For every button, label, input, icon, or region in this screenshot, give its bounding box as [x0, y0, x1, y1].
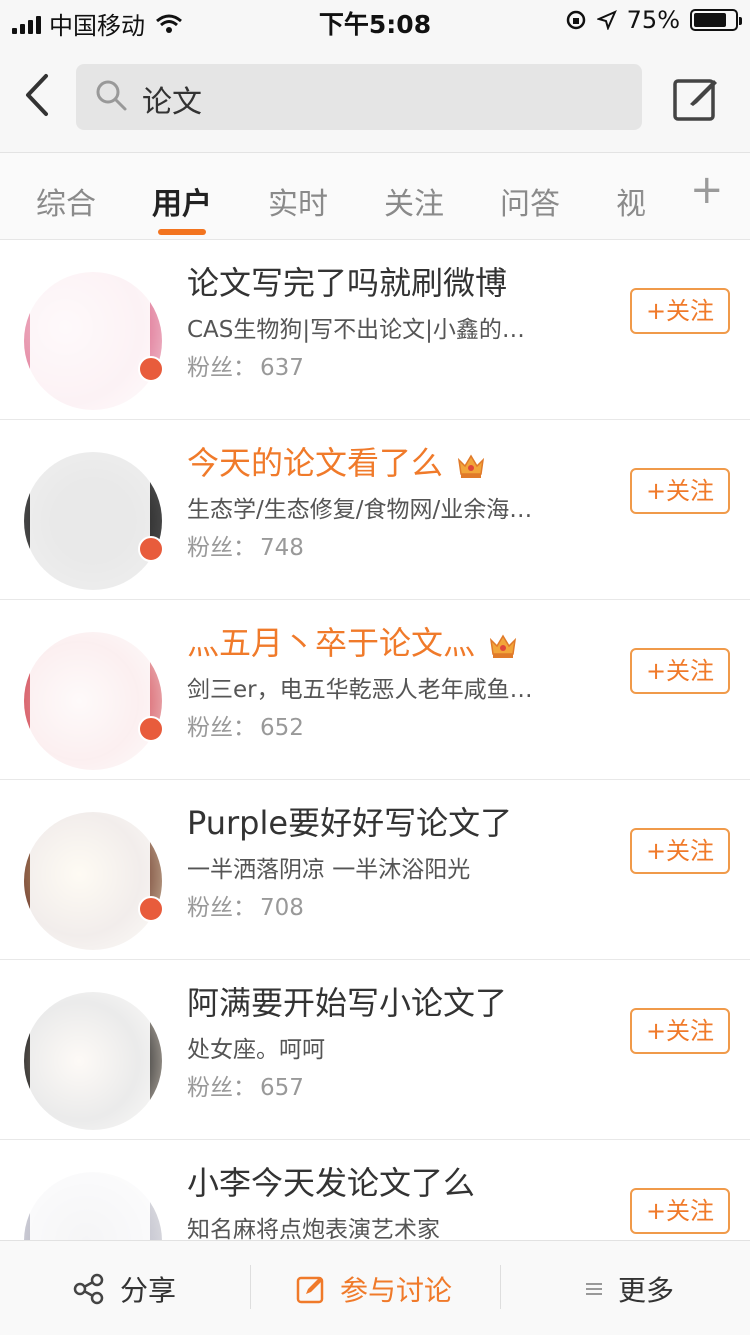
fans-count: 粉丝： 652: [187, 715, 304, 741]
user-name[interactable]: 小李今天发论文了么: [187, 1158, 475, 1204]
orientation-lock-icon: [566, 10, 585, 30]
location-icon: [596, 10, 617, 30]
menu-icon: [586, 1283, 602, 1295]
follow-button[interactable]: +关注: [630, 1188, 730, 1234]
user-name[interactable]: 阿满要开始写小论文了: [187, 978, 507, 1024]
more-label: 更多: [618, 1274, 675, 1307]
share-icon: [73, 1273, 104, 1305]
vip-crown-icon: [458, 454, 485, 478]
search-query: 论文: [142, 85, 202, 120]
share-label: 分享: [120, 1274, 177, 1307]
user-description: CAS生物狗|写不出论文|小鑫的…: [187, 317, 525, 343]
search-icon: [96, 80, 127, 111]
discuss-button[interactable]: 参与讨论: [296, 1269, 452, 1309]
battery-icon: [690, 9, 742, 31]
user-description: 处女座。呵呵: [187, 1037, 325, 1063]
follow-button[interactable]: +关注: [630, 1008, 730, 1054]
tab-comprehensive[interactable]: 综合: [36, 179, 96, 223]
fans-count: 粉丝： 657: [187, 1075, 304, 1101]
follow-button[interactable]: +关注: [630, 828, 730, 874]
user-name[interactable]: 灬五月丶卒于论文灬: [187, 618, 519, 664]
share-button[interactable]: 分享: [72, 1269, 176, 1309]
verified-badge-icon: [138, 716, 164, 742]
tabs-fade: [640, 153, 680, 239]
tab-users[interactable]: 用户: [152, 179, 212, 223]
bottom-action-bar: 分享 参与讨论 更多: [0, 1240, 750, 1335]
back-icon[interactable]: [18, 70, 62, 120]
avatar-mask: [30, 780, 150, 959]
discuss-label: 参与讨论: [340, 1274, 453, 1307]
tab-qa[interactable]: 问答: [500, 179, 560, 223]
follow-button[interactable]: +关注: [630, 468, 730, 514]
more-button[interactable]: 更多: [584, 1269, 674, 1309]
list-item[interactable]: 灬五月丶卒于论文灬 剑三er，电五华乾恶人老年咸鱼… 粉丝： 652 +关注: [0, 600, 750, 780]
tab-realtime[interactable]: 实时: [268, 179, 328, 223]
user-name[interactable]: Purple要好好写论文了: [187, 798, 512, 844]
avatar-mask: [30, 960, 150, 1139]
add-tab-icon[interactable]: +: [690, 167, 724, 213]
divider: [250, 1265, 251, 1309]
user-name[interactable]: 论文写完了吗就刷微博: [187, 258, 507, 304]
edit-icon: [296, 1276, 324, 1304]
user-description: 一半洒落阴凉 一半沐浴阳光: [187, 857, 471, 883]
user-name[interactable]: 今天的论文看了么: [187, 438, 487, 484]
verified-badge-icon: [138, 896, 164, 922]
user-result-list: 论文写完了吗就刷微博 CAS生物狗|写不出论文|小鑫的… 粉丝： 637 +关注 …: [0, 240, 750, 1319]
search-input[interactable]: 论文: [76, 64, 642, 130]
vip-crown-icon: [490, 634, 517, 658]
verified-badge-icon: [138, 536, 164, 562]
user-description: 剑三er，电五华乾恶人老年咸鱼…: [187, 677, 533, 703]
active-tab-indicator: [158, 229, 206, 235]
user-description: 知名麻将点炮表演艺术家: [187, 1217, 440, 1243]
avatar-mask: [30, 420, 150, 599]
avatar-mask: [30, 600, 150, 779]
divider: [500, 1265, 501, 1309]
follow-button[interactable]: +关注: [630, 288, 730, 334]
verified-badge-icon: [138, 356, 164, 382]
follow-button[interactable]: +关注: [630, 648, 730, 694]
avatar-mask: [30, 240, 150, 419]
tab-following[interactable]: 关注: [384, 179, 444, 223]
fans-count: 粉丝： 637: [187, 355, 304, 381]
fans-count: 粉丝： 708: [187, 895, 304, 921]
user-description: 生态学/生态修复/食物网/业余海…: [187, 497, 533, 523]
battery-percent: 75%: [626, 6, 680, 34]
search-header: 论文: [0, 40, 750, 153]
list-item[interactable]: 今天的论文看了么 生态学/生态修复/食物网/业余海… 粉丝： 748 +关注: [0, 420, 750, 600]
fans-count: 粉丝： 748: [187, 535, 304, 561]
status-right: 75%: [565, 6, 742, 34]
list-item[interactable]: 阿满要开始写小论文了 处女座。呵呵 粉丝： 657 +关注: [0, 960, 750, 1140]
compose-icon[interactable]: [672, 74, 720, 122]
status-bar: 中国移动 下午5:08 75%: [0, 0, 750, 40]
tab-bar: 综合 用户 实时 关注 问答 视 +: [0, 153, 750, 240]
list-item[interactable]: 论文写完了吗就刷微博 CAS生物狗|写不出论文|小鑫的… 粉丝： 637 +关注: [0, 240, 750, 420]
list-item[interactable]: Purple要好好写论文了 一半洒落阴凉 一半沐浴阳光 粉丝： 708 +关注: [0, 780, 750, 960]
